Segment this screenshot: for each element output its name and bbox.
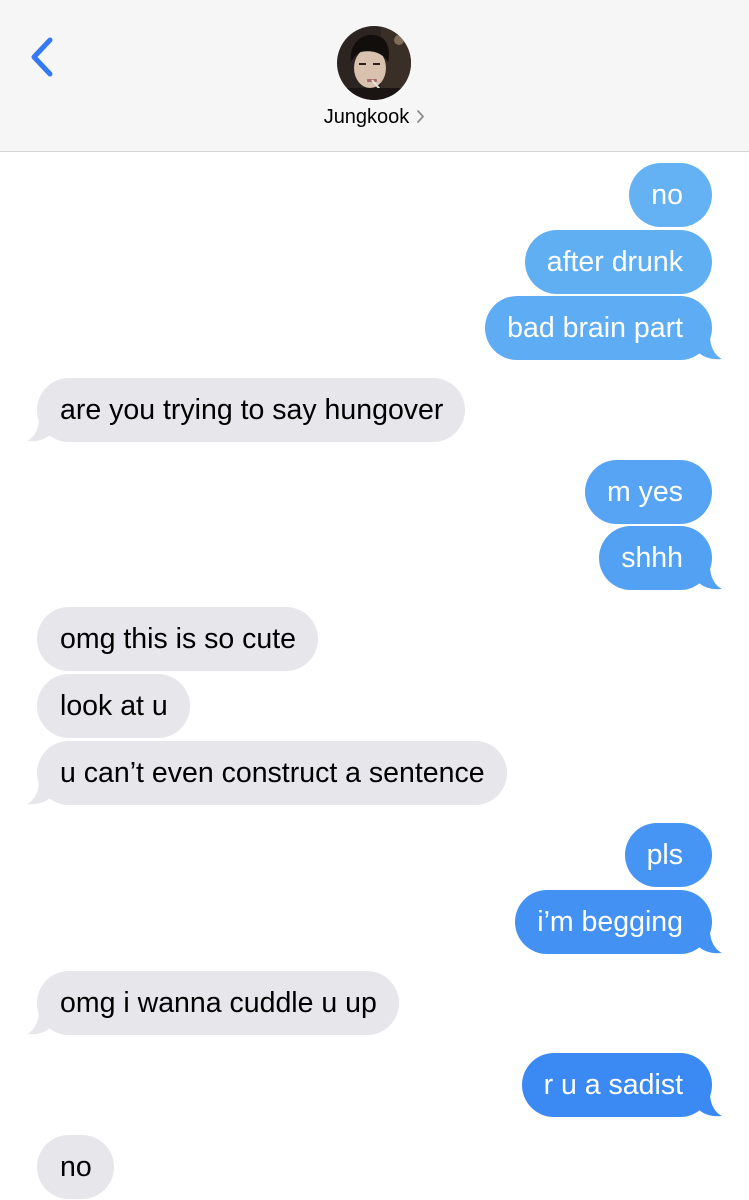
sent-message-bubble[interactable]: i’m begging: [515, 890, 722, 954]
sent-message-bubble[interactable]: r u a sadist: [521, 1053, 722, 1117]
sent-message-bubble[interactable]: bad brain part: [485, 296, 722, 360]
message-text: after drunk: [546, 246, 683, 278]
bubble-tail: [698, 930, 722, 954]
contact-name: Jungkook: [323, 106, 410, 128]
chevron-right-icon: [417, 110, 425, 123]
received-message-bubble[interactable]: omg this is so cute: [37, 607, 319, 671]
received-message-bubble[interactable]: look at u: [37, 674, 190, 738]
sent-message-bubble[interactable]: no: [629, 163, 712, 227]
conversation-header: Jungkook: [0, 0, 749, 152]
sent-message-bubble[interactable]: m yes: [584, 460, 712, 524]
received-message-bubble[interactable]: u can’t even construct a sentence: [27, 741, 507, 805]
message-text: look at u: [60, 690, 168, 722]
contact-name-button[interactable]: Jungkook: [0, 106, 749, 129]
message-text: pls: [646, 839, 683, 871]
message-text: are you trying to say hungover: [60, 394, 444, 426]
bubble-tail: [27, 418, 51, 442]
message-text: bad brain part: [507, 312, 683, 344]
received-message-bubble[interactable]: no: [37, 1135, 114, 1199]
message-text: i’m begging: [537, 906, 683, 938]
message-text: shhh: [621, 542, 683, 574]
bubble-tail: [698, 336, 722, 360]
message-text: u can’t even construct a sentence: [60, 757, 485, 789]
bubble-tail: [27, 1011, 51, 1035]
message-text: omg i wanna cuddle u up: [60, 987, 377, 1019]
received-message-bubble[interactable]: are you trying to say hungover: [27, 378, 466, 442]
avatar[interactable]: [337, 26, 411, 100]
message-text: no: [60, 1151, 92, 1183]
bubble-tail: [27, 781, 51, 805]
sent-message-bubble[interactable]: shhh: [599, 526, 722, 590]
message-text: r u a sadist: [543, 1069, 683, 1101]
received-message-bubble[interactable]: omg i wanna cuddle u up: [27, 971, 399, 1035]
chevron-left-icon[interactable]: [26, 34, 60, 80]
bubble-tail: [698, 566, 722, 590]
message-text: omg this is so cute: [60, 623, 297, 655]
bubble-tail: [698, 1093, 722, 1117]
sent-message-bubble[interactable]: pls: [624, 823, 712, 887]
message-text: no: [651, 179, 683, 211]
sent-message-bubble[interactable]: after drunk: [524, 230, 712, 294]
message-text: m yes: [606, 476, 683, 508]
